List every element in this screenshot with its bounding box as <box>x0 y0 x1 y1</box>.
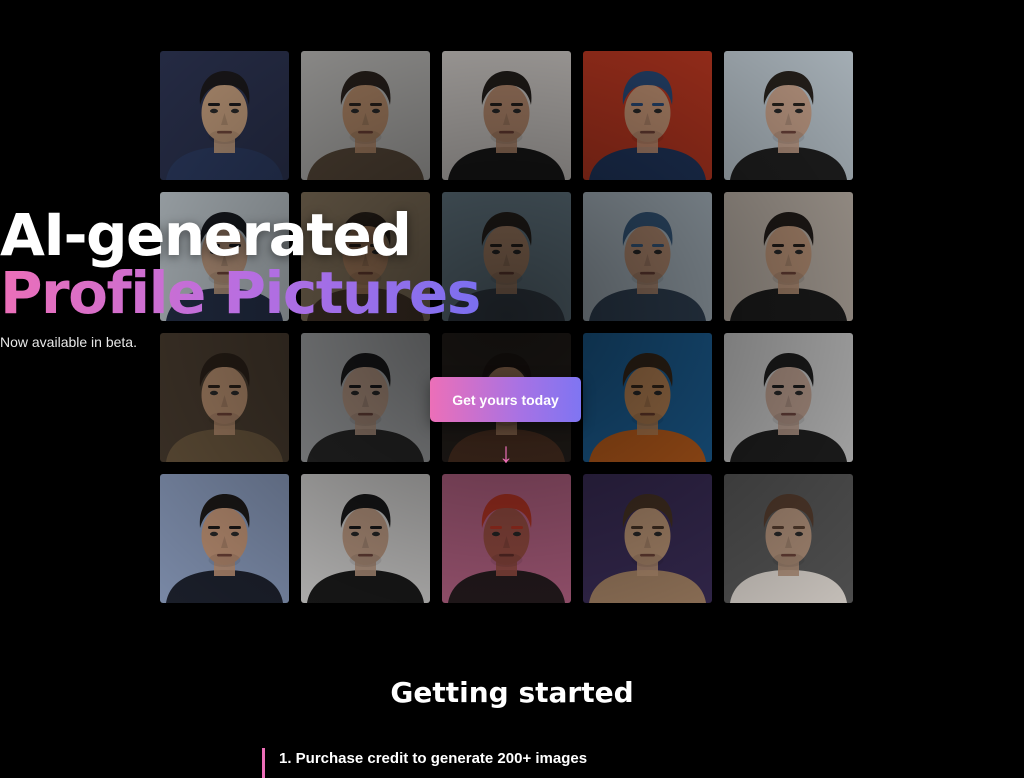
portrait-image <box>442 474 571 603</box>
hero-subtitle: Now available in beta. <box>0 334 137 350</box>
portrait-tile <box>160 474 289 603</box>
arrow-down-icon: ↓ <box>499 437 513 468</box>
portrait-image <box>724 51 853 180</box>
headline-gradient-text: Profile Pictures <box>0 259 481 327</box>
portrait-tile <box>160 333 289 462</box>
portrait-image <box>160 474 289 603</box>
portrait-image <box>160 51 289 180</box>
portrait-image <box>583 474 712 603</box>
portrait-image <box>301 51 430 180</box>
portrait-image <box>301 333 430 462</box>
portrait-tile <box>724 333 853 462</box>
portrait-image <box>301 474 430 603</box>
portrait-tile <box>724 474 853 603</box>
portrait-image <box>442 51 571 180</box>
portrait-image <box>583 333 712 462</box>
portrait-image <box>724 474 853 603</box>
portrait-tile <box>583 333 712 462</box>
portrait-tile <box>724 51 853 180</box>
portrait-tile <box>160 51 289 180</box>
hero-section: AI-generated Profile Pictures Now availa… <box>0 0 1024 640</box>
portrait-tile <box>442 474 571 603</box>
portrait-image <box>160 333 289 462</box>
portrait-tile <box>442 51 571 180</box>
portrait-tile <box>301 474 430 603</box>
portrait-tile <box>301 333 430 462</box>
portrait-image <box>724 333 853 462</box>
headline-line-2: Profile Pictures <box>0 258 1024 328</box>
portrait-tile <box>583 51 712 180</box>
portrait-image <box>583 51 712 180</box>
portrait-tile <box>583 474 712 603</box>
get-yours-today-button[interactable]: Get yours today <box>430 377 581 422</box>
getting-started-title: Getting started <box>390 676 634 709</box>
portrait-tile <box>301 51 430 180</box>
step-1: 1. Purchase credit to generate 200+ imag… <box>262 748 587 778</box>
